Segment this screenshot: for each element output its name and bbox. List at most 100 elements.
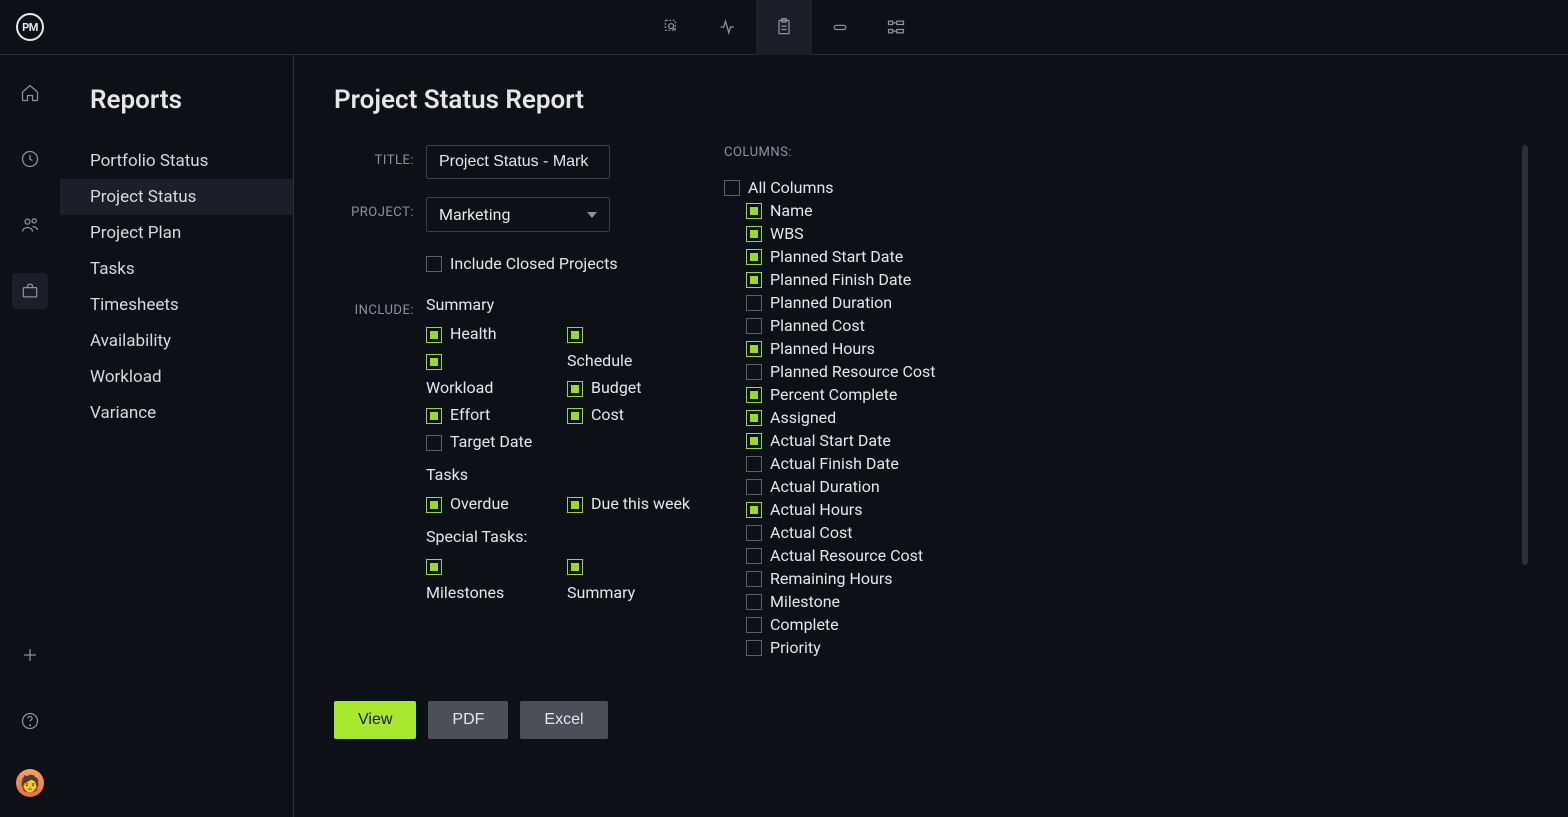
- column-actual-hours-checkbox[interactable]: [746, 502, 762, 518]
- view-attachment-icon[interactable]: [812, 0, 868, 55]
- sidebar-item-project-plan[interactable]: Project Plan: [60, 215, 293, 251]
- avatar[interactable]: 🧑: [16, 769, 44, 797]
- topbar-view-switcher: [644, 0, 924, 55]
- column-actual-start-date-checkbox[interactable]: [746, 433, 762, 449]
- include-cost-checkbox[interactable]: [567, 408, 583, 424]
- report-config-panel: Project Status Report TITLE: PROJECT: Ma…: [294, 55, 1568, 817]
- all-columns-label: All Columns: [748, 178, 834, 197]
- column-percent-complete-label: Percent Complete: [770, 385, 897, 404]
- topbar: PM: [0, 0, 1568, 55]
- sidebar-item-workload[interactable]: Workload: [60, 359, 293, 395]
- all-columns-checkbox[interactable]: [724, 180, 740, 196]
- column-milestone-checkbox[interactable]: [746, 594, 762, 610]
- column-planned-start-date-checkbox[interactable]: [746, 249, 762, 265]
- include-milestones-label: Milestones: [426, 583, 504, 602]
- column-percent-complete-checkbox[interactable]: [746, 387, 762, 403]
- column-planned-hours-label: Planned Hours: [770, 339, 875, 358]
- tasks-heading: Tasks: [426, 465, 704, 484]
- include-summary-special-checkbox[interactable]: [567, 559, 583, 575]
- column-actual-duration-label: Actual Duration: [770, 477, 880, 496]
- column-actual-start-date-label: Actual Start Date: [770, 431, 891, 450]
- include-target-date-checkbox[interactable]: [426, 435, 442, 451]
- column-planned-resource-cost-label: Planned Resource Cost: [770, 362, 936, 381]
- column-name-label: Name: [770, 201, 813, 220]
- column-actual-resource-cost-checkbox[interactable]: [746, 548, 762, 564]
- sidebar-item-timesheets[interactable]: Timesheets: [60, 287, 293, 323]
- column-planned-cost-label: Planned Cost: [770, 316, 865, 335]
- include-budget-label: Budget: [591, 378, 642, 397]
- column-actual-finish-date-label: Actual Finish Date: [770, 454, 899, 473]
- include-target-date-label: Target Date: [450, 432, 532, 451]
- include-health-label: Health: [450, 324, 497, 343]
- summary-heading: Summary: [426, 295, 704, 314]
- column-assigned-checkbox[interactable]: [746, 410, 762, 426]
- view-clipboard-icon[interactable]: [756, 0, 812, 55]
- column-wbs-checkbox[interactable]: [746, 226, 762, 242]
- include-summary-special-label: Summary: [567, 583, 635, 602]
- rail-briefcase-icon[interactable]: [12, 273, 48, 309]
- scrollbar[interactable]: [1522, 145, 1528, 565]
- include-cost-label: Cost: [591, 405, 624, 424]
- view-flow-icon[interactable]: [868, 0, 924, 55]
- chevron-down-icon: [587, 212, 597, 218]
- sidebar-item-variance[interactable]: Variance: [60, 395, 293, 431]
- include-effort-checkbox[interactable]: [426, 408, 442, 424]
- column-complete-label: Complete: [770, 615, 839, 634]
- column-priority-checkbox[interactable]: [746, 640, 762, 656]
- column-planned-hours-checkbox[interactable]: [746, 341, 762, 357]
- nav-rail: 🧑: [0, 55, 60, 817]
- rail-clock-icon[interactable]: [12, 141, 48, 177]
- include-budget-checkbox[interactable]: [567, 381, 583, 397]
- title-label: TITLE:: [334, 145, 426, 168]
- sidebar-item-project-status[interactable]: Project Status: [60, 179, 293, 215]
- include-overdue-checkbox[interactable]: [426, 497, 442, 513]
- excel-button[interactable]: Excel: [520, 701, 607, 739]
- column-milestone-label: Milestone: [770, 592, 840, 611]
- view-activity-icon[interactable]: [700, 0, 756, 55]
- column-complete-checkbox[interactable]: [746, 617, 762, 633]
- column-wbs-label: WBS: [770, 224, 804, 243]
- column-name-checkbox[interactable]: [746, 203, 762, 219]
- include-workload-checkbox[interactable]: [426, 354, 442, 370]
- rail-people-icon[interactable]: [12, 207, 48, 243]
- column-priority-label: Priority: [770, 638, 821, 657]
- rail-home-icon[interactable]: [12, 75, 48, 111]
- include-due-this-week-checkbox[interactable]: [567, 497, 583, 513]
- reports-sidebar: Reports Portfolio StatusProject StatusPr…: [60, 55, 294, 817]
- column-actual-finish-date-checkbox[interactable]: [746, 456, 762, 472]
- column-remaining-hours-label: Remaining Hours: [770, 569, 893, 588]
- include-health-checkbox[interactable]: [426, 327, 442, 343]
- special-heading: Special Tasks:: [426, 527, 704, 546]
- column-actual-resource-cost-label: Actual Resource Cost: [770, 546, 923, 565]
- column-assigned-label: Assigned: [770, 408, 836, 427]
- view-search-icon[interactable]: [644, 0, 700, 55]
- project-select[interactable]: Marketing: [426, 197, 610, 232]
- include-schedule-checkbox[interactable]: [567, 327, 583, 343]
- logo-badge: PM: [16, 13, 44, 41]
- column-actual-hours-label: Actual Hours: [770, 500, 862, 519]
- column-planned-resource-cost-checkbox[interactable]: [746, 364, 762, 380]
- rail-help-icon[interactable]: [12, 703, 48, 739]
- include-workload-label: Workload: [426, 378, 493, 397]
- rail-add-icon[interactable]: [12, 637, 48, 673]
- column-actual-cost-checkbox[interactable]: [746, 525, 762, 541]
- view-button[interactable]: View: [334, 701, 416, 739]
- column-remaining-hours-checkbox[interactable]: [746, 571, 762, 587]
- app-logo[interactable]: PM: [0, 13, 60, 41]
- column-planned-cost-checkbox[interactable]: [746, 318, 762, 334]
- title-input[interactable]: [426, 145, 610, 179]
- include-effort-label: Effort: [450, 405, 490, 424]
- include-closed-checkbox[interactable]: [426, 256, 442, 272]
- column-planned-finish-date-checkbox[interactable]: [746, 272, 762, 288]
- column-planned-finish-date-label: Planned Finish Date: [770, 270, 911, 289]
- sidebar-item-tasks[interactable]: Tasks: [60, 251, 293, 287]
- sidebar-item-portfolio-status[interactable]: Portfolio Status: [60, 143, 293, 179]
- column-planned-start-date-label: Planned Start Date: [770, 247, 903, 266]
- column-planned-duration-checkbox[interactable]: [746, 295, 762, 311]
- sidebar-item-availability[interactable]: Availability: [60, 323, 293, 359]
- pdf-button[interactable]: PDF: [428, 701, 508, 739]
- column-actual-duration-checkbox[interactable]: [746, 479, 762, 495]
- include-milestones-checkbox[interactable]: [426, 559, 442, 575]
- project-label: PROJECT:: [334, 197, 426, 220]
- include-overdue-label: Overdue: [450, 494, 509, 513]
